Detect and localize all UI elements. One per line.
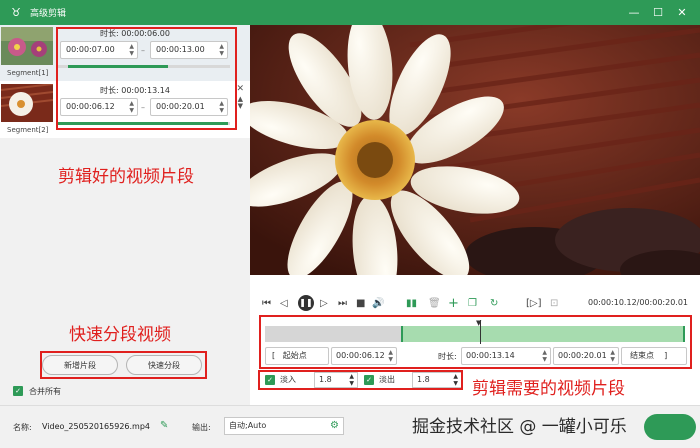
video-preview <box>250 25 700 275</box>
remove-segment-icon[interactable]: ✕ <box>236 84 244 94</box>
export-button[interactable] <box>644 414 696 440</box>
video-bottom-strip <box>250 275 700 295</box>
merge-all-checkbox[interactable]: ✓ <box>13 386 23 396</box>
playback-controls: ⏮ ◁ ❚❚ ▷ ⏭ ■ 🔊 ▮▮ 🗑 + ❐ ↻ [▷] ⊡ 00:00:10… <box>250 295 700 313</box>
window-title: 高级剪辑 <box>30 9 67 19</box>
annotation-box-segments <box>56 27 237 130</box>
add-icon[interactable]: + <box>448 297 459 311</box>
output-select[interactable]: 自动;Auto ⚙ <box>224 417 344 435</box>
segment-thumbnail-2 <box>1 84 53 122</box>
annotation-box-buttons <box>40 351 207 379</box>
skip-end-icon[interactable]: ⏭ <box>338 297 347 311</box>
output-label: 输出: <box>192 423 211 432</box>
merge-all-label: 合并所有 <box>29 387 61 396</box>
frame-forward-icon[interactable]: ▷ <box>320 297 328 311</box>
minimize-button[interactable]: — <box>622 0 646 25</box>
volume-icon[interactable]: 🔊 <box>372 297 384 311</box>
annotation-edited-segments: 剪辑好的视频片段 <box>58 167 194 187</box>
watermark-text: 掘金技术社区 @ 一罐小可乐 <box>412 417 627 437</box>
crop-icon[interactable]: [▷] <box>526 297 542 311</box>
annotation-box-range <box>259 315 692 369</box>
segment-thumbnail-1 <box>1 27 53 65</box>
annotation-quick-split: 快速分段视频 <box>69 325 171 345</box>
bottom-bar: 名称: Video_250520165926.mp4 ✎ 输出: 自动;Auto… <box>0 405 700 448</box>
edit-pencil-icon[interactable]: ✎ <box>160 420 168 431</box>
delete-icon[interactable]: 🗑 <box>428 297 441 311</box>
segment-label: Segment[1] <box>7 69 49 77</box>
filename-text: Video_250520165926.mp4 <box>42 422 150 431</box>
stop-icon[interactable]: ■ <box>356 297 365 311</box>
annotation-box-effects <box>258 370 463 390</box>
skip-start-icon[interactable]: ⏮ <box>262 297 271 311</box>
split-icon[interactable]: ▮▮ <box>406 297 417 311</box>
copy-icon[interactable]: ❐ <box>468 297 477 311</box>
segment-label: Segment[2] <box>7 126 49 134</box>
maximize-button[interactable]: ☐ <box>646 0 670 25</box>
name-label: 名称: <box>13 423 32 432</box>
snapshot-icon[interactable]: ⊡ <box>550 297 558 311</box>
app-logo-icon: ♉ <box>11 6 21 19</box>
reset-icon[interactable]: ↻ <box>490 297 498 311</box>
close-button[interactable]: ✕ <box>670 0 694 25</box>
video-frame <box>250 25 700 275</box>
playback-timecode: 00:00:10.12/00:00:20.01 <box>588 298 688 307</box>
settings-gear-icon[interactable]: ⚙ <box>330 418 339 434</box>
play-pause-button[interactable]: ❚❚ <box>298 295 314 311</box>
reorder-arrows-icon[interactable]: ▲ ▼ <box>238 96 243 110</box>
title-bar: ♉ 高级剪辑 — ☐ ✕ <box>0 0 700 25</box>
frame-back-icon[interactable]: ◁ <box>280 297 288 311</box>
annotation-needed-segment: 剪辑需要的视频片段 <box>472 379 625 399</box>
